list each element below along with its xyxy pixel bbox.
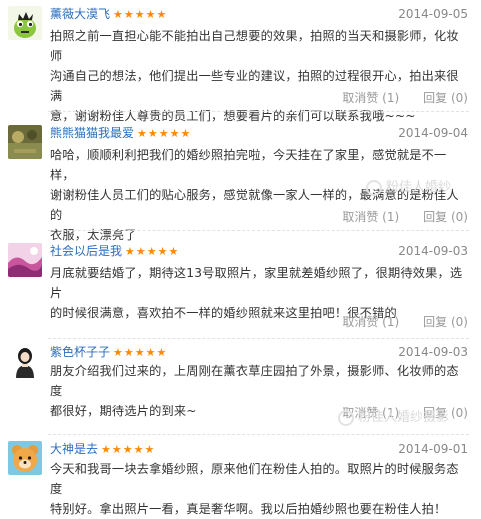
review-date: 2014-09-03: [398, 244, 468, 258]
review-date: 2014-09-01: [398, 442, 468, 456]
avatar[interactable]: [8, 344, 42, 378]
username-link[interactable]: 紫色杯子子: [50, 345, 110, 359]
divider: [48, 230, 469, 231]
cancel-like-button[interactable]: 取消赞 (1): [342, 315, 399, 329]
username-link[interactable]: 大神是去: [50, 442, 98, 456]
review-date: 2014-09-05: [398, 7, 468, 21]
review-item: 社会以后是我 ★★★★★ 2014-09-03 月底就要结婚了，期待这13号取照片…: [0, 242, 481, 339]
review-header: 紫色杯子子 ★★★★★: [50, 343, 167, 361]
username-link[interactable]: 熊熊猫猫我最爱: [50, 126, 134, 140]
cancel-like-button[interactable]: 取消赞 (1): [342, 210, 399, 224]
rating-stars: ★★★★★: [137, 127, 192, 140]
rating-stars: ★★★★★: [113, 346, 168, 359]
divider: [48, 338, 469, 339]
username-link[interactable]: 社会以后是我: [50, 244, 122, 258]
review-line: 意，谢谢粉佳人尊贵的员工们，想要看片的亲们可以联系我哦~~~: [50, 109, 416, 123]
watermark-text: 粉佳人婚纱摄影: [337, 406, 449, 426]
rating-stars: ★★★★★: [125, 245, 180, 258]
avatar[interactable]: [8, 6, 42, 40]
review-actions: 取消赞 (1) 回复 (0): [342, 89, 468, 107]
reply-button[interactable]: 回复 (0): [423, 210, 468, 224]
username-link[interactable]: 薰薇大漠飞: [50, 7, 110, 21]
review-header: 薰薇大漠飞 ★★★★★: [50, 5, 167, 23]
review-line: 拍照之前一直担心能不能拍出自己想要的效果，拍照的当天和摄影师，化妆师: [50, 29, 459, 63]
review-item: 熊熊猫猫我最爱 ★★★★★ 2014-09-04 哈哈，顺顺利利把我们的婚纱照拍完…: [0, 124, 481, 242]
review-header: 大神是去 ★★★★★: [50, 440, 155, 458]
review-item: 大神是去 ★★★★★ 2014-09-01 今天和我哥一块去拿婚纱照，原来他们在粉…: [0, 440, 481, 516]
rating-stars: ★★★★★: [101, 443, 156, 456]
review-date: 2014-09-03: [398, 345, 468, 359]
review-line: 朋友介绍我们过来的，上周刚在薰衣草庄园拍了外景，摄影师、化妆师的态度: [50, 364, 459, 398]
review-item: 紫色杯子子 ★★★★★ 2014-09-03 朋友介绍我们过来的，上周刚在薰衣草庄…: [0, 343, 481, 435]
reply-button[interactable]: 回复 (0): [423, 315, 468, 329]
watermark-text: 粉佳人婚纱: [365, 176, 451, 196]
watermark-logo-icon: [337, 409, 354, 426]
review-line: 今天和我哥一块去拿婚纱照，原来他们在粉佳人拍的。取照片的时候服务态度: [50, 462, 459, 496]
review-text: 今天和我哥一块去拿婚纱照，原来他们在粉佳人拍的。取照片的时候服务态度 特别好。拿…: [50, 459, 471, 519]
review-header: 社会以后是我 ★★★★★: [50, 242, 179, 260]
review-line: 特别好。拿出照片一看，真是奢华啊。我以后拍婚纱照也要在粉佳人拍！: [50, 502, 447, 516]
rating-stars: ★★★★★: [113, 8, 168, 21]
review-actions: 取消赞 (1) 回复 (0): [342, 208, 468, 226]
watermark-logo-icon: [365, 179, 382, 196]
review-line: 月底就要结婚了，期待这13号取照片，家里就差婚纱照了，很期待效果，选片: [50, 266, 463, 300]
review-actions: 取消赞 (1) 回复 (0): [342, 313, 468, 331]
cancel-like-button[interactable]: 取消赞 (1): [342, 91, 399, 105]
review-header: 熊熊猫猫我最爱 ★★★★★: [50, 124, 191, 142]
avatar[interactable]: [8, 243, 42, 277]
avatar[interactable]: [8, 441, 42, 475]
review-item: 薰薇大漠飞 ★★★★★ 2014-09-05 拍照之前一直担心能不能拍出自己想要的…: [0, 5, 481, 123]
divider: [48, 111, 469, 112]
review-date: 2014-09-04: [398, 126, 468, 140]
avatar[interactable]: [8, 125, 42, 159]
divider: [48, 434, 469, 435]
reply-button[interactable]: 回复 (0): [423, 91, 468, 105]
